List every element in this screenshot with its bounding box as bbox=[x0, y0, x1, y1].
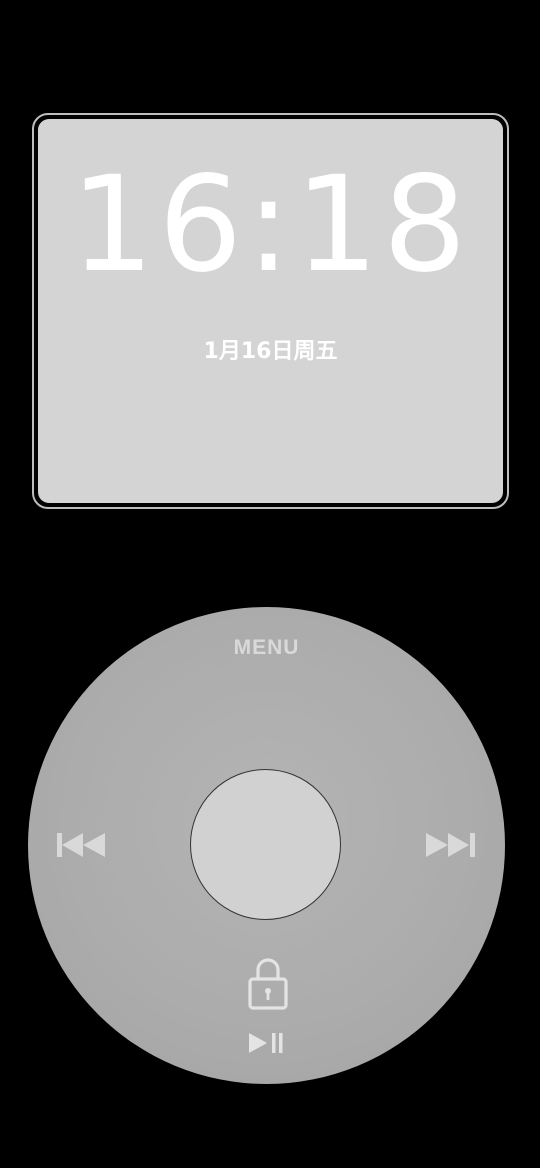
previous-track-icon[interactable] bbox=[56, 831, 108, 863]
display-panel: 16:18 1月16日周五 bbox=[38, 119, 503, 503]
next-track-icon[interactable] bbox=[424, 831, 476, 863]
click-wheel[interactable]: MENU bbox=[28, 607, 505, 1084]
menu-button[interactable]: MENU bbox=[28, 635, 505, 661]
lock-screen-display: 16:18 1月16日周五 bbox=[32, 113, 509, 509]
lock-icon[interactable] bbox=[247, 955, 289, 1015]
clock-date: 1月16日周五 bbox=[203, 339, 338, 364]
clock-time: 16:18 bbox=[70, 148, 471, 302]
play-pause-icon[interactable] bbox=[247, 1031, 287, 1059]
center-select-button[interactable] bbox=[190, 769, 341, 920]
